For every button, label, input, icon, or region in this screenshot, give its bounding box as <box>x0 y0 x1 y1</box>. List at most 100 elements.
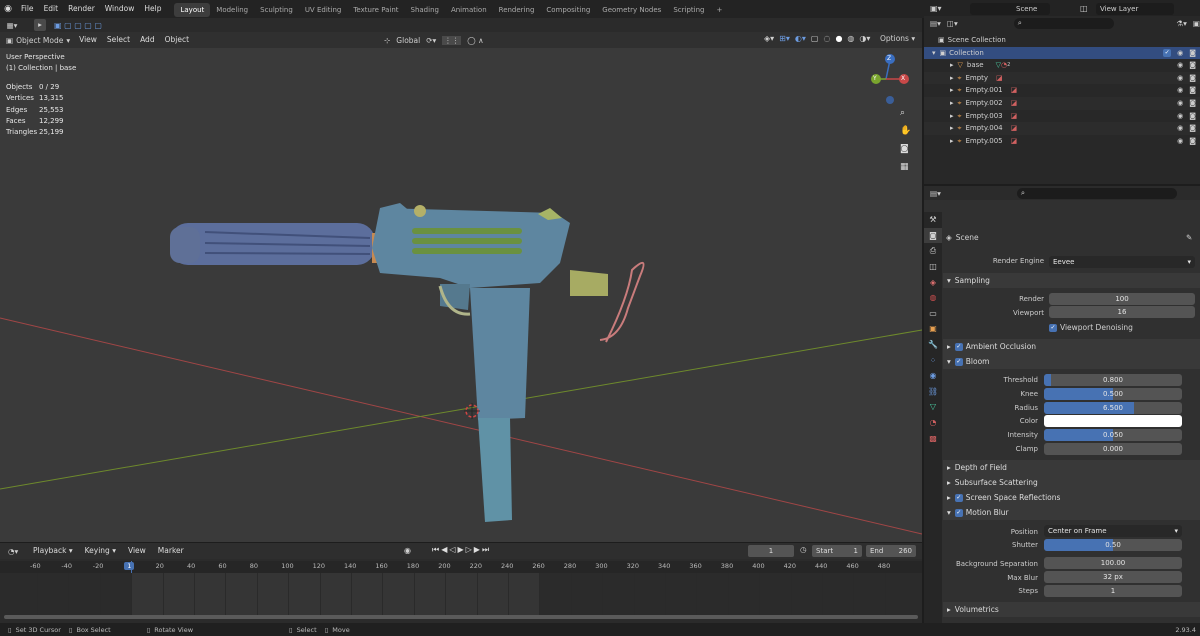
start-frame-field[interactable]: Start 1 <box>812 545 862 557</box>
tab-sculpting[interactable]: Sculpting <box>254 3 299 17</box>
view-layer-selector[interactable]: ◫ View Layer <box>1080 2 1174 15</box>
camera-render-icon[interactable]: ◙ <box>1189 47 1196 60</box>
bloom-threshold-field[interactable]: 0.800 <box>1044 374 1182 386</box>
camera-render-icon[interactable]: ◙ <box>1189 97 1196 110</box>
checkbox-icon[interactable]: ✓ <box>954 342 963 351</box>
timeline-menu-keying[interactable]: Keying ▾ <box>80 542 121 560</box>
camera-render-icon[interactable]: ◙ <box>1189 84 1196 97</box>
object-mode-dropdown[interactable]: ▣ Object Mode ▾ <box>6 36 70 45</box>
outliner-row-object[interactable]: ▸ ⌖ Empty.002 ◪ ◉ ◙ <box>924 96 1200 110</box>
scene-tab-icon[interactable]: ◈ <box>924 274 942 290</box>
eye-icon[interactable]: ◉ <box>1177 97 1183 110</box>
filter-icon[interactable]: ⚗▾ <box>1176 19 1187 28</box>
tab-modeling[interactable]: Modeling <box>210 3 254 17</box>
eye-icon[interactable]: ◉ <box>1177 59 1183 72</box>
outliner-row-object[interactable]: ▸ ⌖ Empty.004 ◪ ◉ ◙ <box>924 122 1200 135</box>
gizmo-x-label[interactable]: X <box>901 75 905 82</box>
tab-layout[interactable]: Layout <box>174 3 211 17</box>
tab-shading[interactable]: Shading <box>405 3 445 17</box>
menu-window[interactable]: Window <box>100 0 140 18</box>
camera-render-icon[interactable]: ◙ <box>1189 135 1196 148</box>
material-shading-icon[interactable]: ◍ <box>847 34 854 43</box>
3d-viewport[interactable]: Z Y X ⌕ ✋ ◙ ▦ <box>0 48 922 542</box>
new-collection-icon[interactable]: ▣ <box>1193 19 1200 28</box>
panel-volumetrics[interactable]: ▸ Volumetrics <box>943 602 1200 617</box>
panel-bloom[interactable]: ▾ ✓ Bloom <box>943 354 1200 369</box>
panel-sampling[interactable]: ▾ Sampling <box>943 273 1200 288</box>
bloom-intensity-field[interactable]: 0.050 <box>1044 429 1182 442</box>
tab-compositing[interactable]: Compositing <box>540 3 596 17</box>
viewport-menu-object[interactable]: Object <box>160 31 194 49</box>
transform-orientation-icon[interactable]: ⊹ <box>384 36 390 45</box>
modifier-tab-icon[interactable]: 🔧 <box>924 337 942 353</box>
zoom-icon[interactable]: ⌕ <box>900 108 911 118</box>
outliner-row-object[interactable]: ▸ ▽ base ▽ ◔ 2 ◉ ◙ <box>924 59 1200 72</box>
tab-uv-editing[interactable]: UV Editing <box>299 3 348 17</box>
menu-edit[interactable]: Edit <box>39 0 64 18</box>
tab-rendering[interactable]: Rendering <box>493 3 541 17</box>
gizmo-z-label[interactable]: Z <box>887 55 891 62</box>
solid-shading-icon[interactable]: ● <box>835 34 842 43</box>
bloom-knee-field[interactable]: 0.500 <box>1044 387 1182 400</box>
render-samples-field[interactable]: 100 <box>1049 293 1195 305</box>
transform-orientation-dropdown[interactable]: Global <box>396 36 420 45</box>
add-workspace-button[interactable]: + <box>710 3 728 17</box>
rendered-shading-icon[interactable]: ◑▾ <box>859 34 870 43</box>
eye-icon[interactable]: ◉ <box>1177 135 1183 148</box>
checkbox-icon[interactable]: ✓ <box>954 493 963 502</box>
tab-scripting[interactable]: Scripting <box>667 3 710 17</box>
select-tool-icon[interactable]: ▸ <box>34 19 46 31</box>
panel-depth-of-field[interactable]: ▸ Depth of Field <box>943 460 1200 475</box>
clock-icon[interactable]: ◷ <box>800 545 807 554</box>
outliner-row-object[interactable]: ▸ ⌖ Empty ◪ ◉ ◙ <box>924 71 1200 85</box>
material-tab-icon[interactable]: ◔ <box>924 415 942 431</box>
end-frame-field[interactable]: End 260 <box>866 545 916 557</box>
outliner-editor-icon[interactable]: ▤▾ <box>930 19 941 28</box>
properties-editor-icon[interactable]: ▤▾ <box>930 189 941 198</box>
gizmo-y-label[interactable]: Y <box>873 75 877 82</box>
options-dropdown[interactable]: Options ▾ <box>880 34 915 43</box>
bloom-color-field[interactable] <box>1044 415 1182 428</box>
camera-render-icon[interactable]: ◙ <box>1189 72 1196 85</box>
tab-geometry-nodes[interactable]: Geometry Nodes <box>596 3 667 17</box>
tab-texture-paint[interactable]: Texture Paint <box>347 3 404 17</box>
overlay-icon[interactable]: ◐▾ <box>795 34 806 43</box>
physics-tab-icon[interactable]: ◉ <box>924 368 942 384</box>
view-layer-field[interactable]: View Layer <box>1096 2 1174 15</box>
eye-icon[interactable]: ◉ <box>1177 84 1183 97</box>
blender-logo-icon[interactable]: ◉ <box>0 4 16 14</box>
outliner-row-object[interactable]: ▸ ⌖ Empty.003 ◪ ◉ ◙ <box>924 110 1200 123</box>
camera-render-icon[interactable]: ◙ <box>1189 110 1196 123</box>
eye-icon[interactable]: ◉ <box>1177 122 1183 135</box>
scene-field[interactable]: Scene <box>970 2 1050 15</box>
outliner-row-object[interactable]: ▸ ⌖ Empty.001 ◪ ◉ ◙ <box>924 84 1200 97</box>
timeline-editor-icon[interactable]: ◔▾ <box>8 547 26 556</box>
position-dropdown[interactable]: Center on Frame ▾ <box>1044 525 1182 537</box>
timeline-scrollbar[interactable] <box>4 615 918 619</box>
scene-selector[interactable]: ▣▾ Scene <box>930 2 1050 15</box>
eye-icon[interactable]: ◉ <box>1177 72 1183 85</box>
editor-type-icon[interactable]: ▦▾ <box>0 21 24 30</box>
data-tab-icon[interactable]: ▽ <box>924 399 942 415</box>
current-frame-field[interactable]: 1 <box>748 545 794 557</box>
background-separation-field[interactable]: 100.00 <box>1044 557 1182 569</box>
shutter-slider[interactable]: 0.50 <box>1044 539 1182 551</box>
snap-icon[interactable]: ⋮⋮ <box>442 35 462 45</box>
view-layer-tab-icon[interactable]: ◫ <box>924 259 942 275</box>
visibility-icon[interactable]: ◈▾ <box>764 34 774 43</box>
menu-help[interactable]: Help <box>139 0 166 18</box>
steps-field[interactable]: 1 <box>1044 585 1182 597</box>
expand-icon[interactable]: ▾ <box>932 47 936 60</box>
select-mode-icons[interactable]: ▣ ▢ ▢ ▢ ▢ <box>54 21 102 30</box>
wireframe-shading-icon[interactable]: ◌ <box>823 34 830 43</box>
timeline-menu-view[interactable]: View <box>123 542 151 560</box>
pan-hand-icon[interactable]: ✋ <box>900 126 911 136</box>
max-blur-field[interactable]: 32 px <box>1044 571 1182 583</box>
xray-icon[interactable]: ▢ <box>811 34 819 43</box>
timeline-menu-playback[interactable]: Playback ▾ <box>28 542 78 560</box>
object-tab-icon[interactable]: ▣ <box>924 321 942 337</box>
camera-render-icon[interactable]: ◙ <box>1189 122 1196 135</box>
outliner-row-scene-collection[interactable]: ▣ Scene Collection <box>924 34 1200 47</box>
display-mode-icon[interactable]: ◫▾ <box>947 19 958 28</box>
record-button[interactable]: ◉ <box>404 546 411 555</box>
